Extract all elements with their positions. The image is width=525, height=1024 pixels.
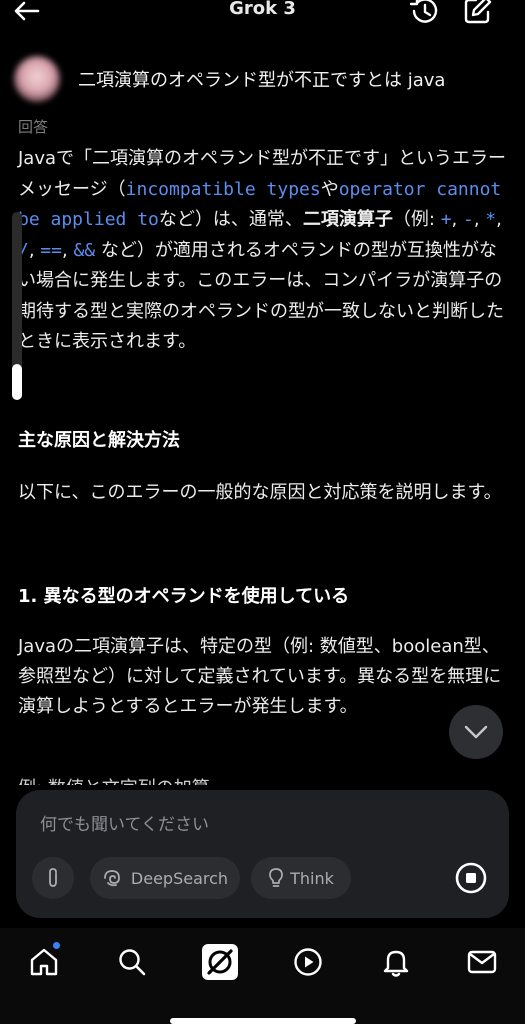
think-label: Think — [290, 868, 334, 888]
operator-code: == — [40, 239, 62, 261]
composer: DeepSearch Think — [16, 790, 509, 918]
nav-notifications[interactable] — [374, 942, 418, 982]
stop-icon — [455, 862, 487, 894]
grok-icon — [202, 944, 238, 980]
answer-label: 回答 — [18, 118, 49, 136]
heading-causes: 主な原因と解決方法 — [18, 430, 180, 451]
top-bar: Grok 3 — [0, 0, 525, 40]
nav-grok[interactable] — [198, 942, 242, 982]
edit-icon — [464, 0, 492, 24]
new-chat-button[interactable] — [462, 0, 496, 26]
inline-code: incompatible types — [125, 178, 321, 200]
scrollbar[interactable] — [12, 212, 22, 400]
lightbulb-icon — [269, 868, 283, 887]
operator-code: + — [440, 209, 452, 230]
history-button[interactable] — [408, 0, 440, 26]
heading-1: 1. 異なる型のオペランドを使用している — [18, 586, 350, 607]
home-indicator — [170, 1018, 356, 1024]
home-icon — [30, 948, 58, 976]
search-icon — [119, 949, 146, 976]
bold-term: 二項演算子 — [302, 209, 393, 230]
nav-search[interactable] — [110, 942, 154, 982]
paperclip-icon — [49, 868, 57, 887]
answer-paragraph-3: Javaの二項演算子は、特定の型（例: 数値型、boolean型、参照型など）に… — [18, 636, 502, 717]
bottom-nav — [0, 928, 525, 1024]
prompt-input[interactable] — [38, 810, 482, 840]
answer-paragraph-2: 以下に、このエラーの一般的な原因と対応策を説明します。 — [18, 482, 502, 503]
nav-home[interactable] — [22, 942, 66, 982]
bell-icon — [383, 950, 409, 977]
notification-dot — [53, 942, 60, 949]
attach-button[interactable] — [32, 857, 74, 899]
history-icon — [409, 0, 438, 23]
nav-messages[interactable] — [460, 942, 504, 982]
think-button[interactable]: Think — [251, 857, 351, 899]
scrollbar-thumb[interactable] — [12, 364, 22, 400]
cut-off-subheading: 例: 数値と文字列の加算 — [18, 774, 210, 785]
text-span: や — [320, 178, 339, 200]
answer-paragraph-1: Javaで「二項演算のオペランド型が不正です」というエラーメッセージ（incom… — [18, 148, 507, 352]
play-icon — [294, 948, 322, 976]
mail-icon — [467, 950, 497, 974]
user-question-text: 二項演算のオペランド型が不正ですとは java — [78, 70, 446, 91]
deepsearch-label: DeepSearch — [130, 868, 229, 888]
chevron-down-icon — [464, 725, 488, 739]
user-message: 二項演算のオペランド型が不正ですとは java — [14, 54, 514, 104]
deepsearch-button[interactable]: DeepSearch — [90, 857, 240, 899]
operator-code: && — [73, 239, 96, 261]
text-span: など）は、通常、 — [158, 209, 303, 230]
scroll-to-bottom-button[interactable] — [449, 705, 503, 759]
text-span: （例: — [392, 209, 441, 230]
avatar[interactable] — [14, 56, 60, 102]
operator-code: - — [462, 209, 474, 230]
operator-code: * — [485, 209, 497, 230]
deepsearch-icon — [104, 870, 120, 887]
chat-content[interactable]: 二項演算のオペランド型が不正ですとは java 回答 Javaで「二項演算のオペ… — [0, 40, 525, 785]
stop-button[interactable] — [450, 857, 492, 899]
page-title: Grok 3 — [229, 0, 296, 19]
nav-play[interactable] — [286, 942, 330, 982]
